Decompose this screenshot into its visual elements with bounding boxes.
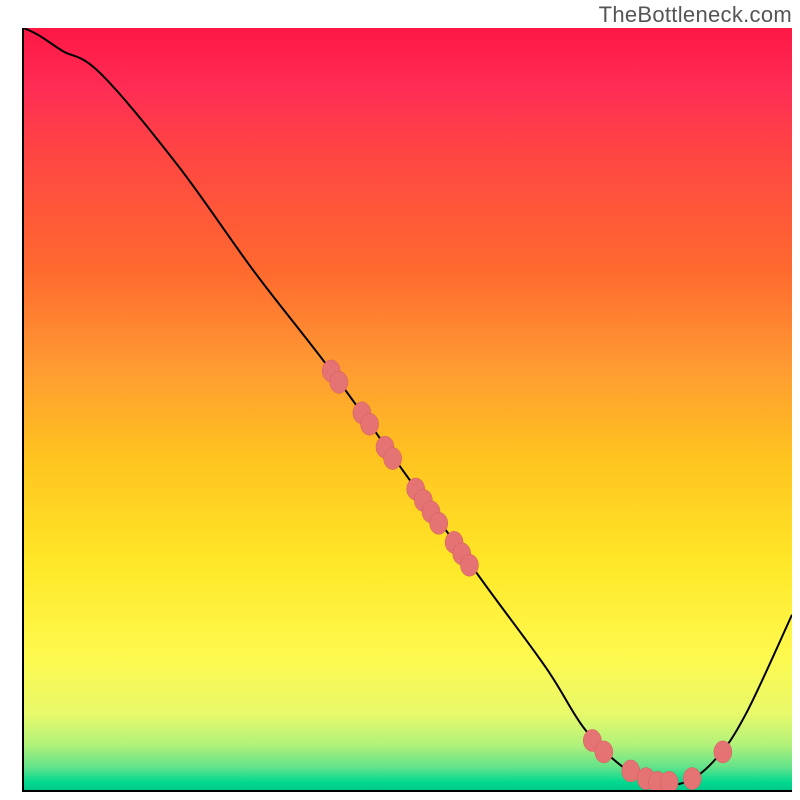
chart-svg [24,28,792,790]
data-marker [660,771,678,790]
x-axis-line [22,790,792,792]
watermark-text: TheBottleneck.com [599,2,792,28]
data-marker [361,413,379,435]
data-marker [460,554,478,576]
curve-line [24,28,792,785]
data-marker [683,768,701,790]
data-markers-group [322,360,732,790]
data-marker [714,741,732,763]
data-marker [384,448,402,470]
plot-gradient-background [24,28,792,790]
data-marker [330,371,348,393]
data-marker [430,512,448,534]
data-marker [595,741,613,763]
